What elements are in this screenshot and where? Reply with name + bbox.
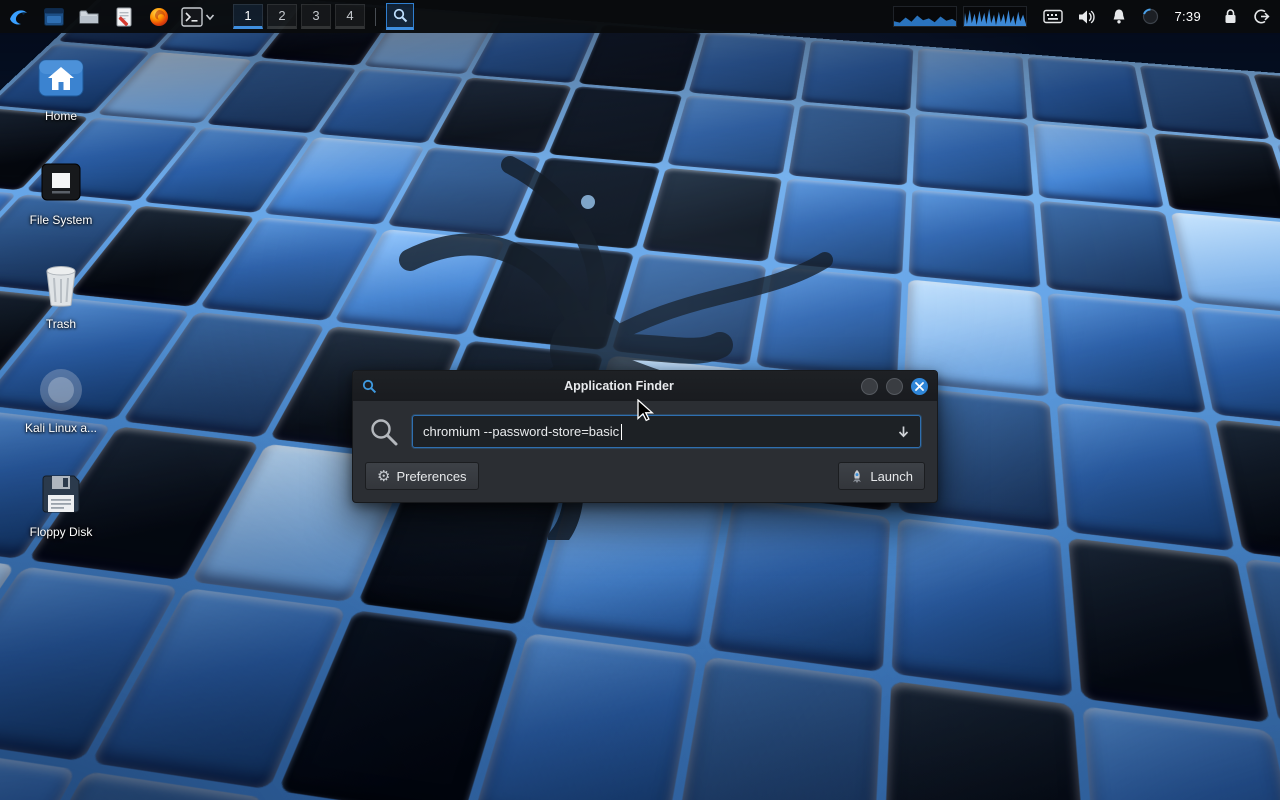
- top-panel: 1 2 3 4: [0, 0, 1280, 33]
- keyboard-icon[interactable]: [1043, 9, 1063, 24]
- desktop-icon-kali-file[interactable]: Kali Linux a...: [17, 366, 105, 435]
- power-meter-icon[interactable]: [1142, 8, 1159, 25]
- close-icon: [915, 382, 924, 391]
- gear-icon: ⚙: [377, 469, 390, 484]
- wallpaper-cube: [1048, 293, 1206, 414]
- launch-button[interactable]: Launch: [838, 462, 925, 490]
- desktop-icon-floppy[interactable]: Floppy Disk: [17, 470, 105, 539]
- preferences-button[interactable]: ⚙ Preferences: [365, 462, 479, 490]
- desktop-icon-label: File System: [30, 213, 93, 227]
- wallpaper-cube: [1034, 123, 1164, 208]
- chevron-down-icon: [205, 13, 215, 21]
- text-caret: [621, 424, 622, 440]
- launch-label: Launch: [870, 469, 913, 484]
- text-editor-button[interactable]: [111, 4, 137, 30]
- launch-icon: [850, 469, 864, 484]
- desktop-icon-label: Kali Linux a...: [25, 421, 97, 435]
- workspace-button-4[interactable]: 4: [335, 4, 365, 29]
- window-title: Application Finder: [377, 379, 861, 393]
- folder-button[interactable]: [76, 4, 102, 30]
- wallpaper-cube: [1154, 133, 1280, 220]
- kali-menu-button[interactable]: [6, 4, 32, 30]
- finder-taskbar-button[interactable]: [386, 3, 414, 30]
- wallpaper-cube: [1040, 201, 1183, 302]
- desktop-icon-label: Trash: [46, 317, 76, 331]
- wallpaper-cube: [1140, 65, 1270, 139]
- minimize-button[interactable]: [861, 378, 878, 395]
- desktop-icon-list: Home File System Trash: [17, 54, 105, 574]
- firefox-button[interactable]: [146, 4, 172, 30]
- close-button[interactable]: [911, 378, 928, 395]
- firefox-icon: [149, 7, 169, 27]
- workspace-button-2[interactable]: 2: [267, 4, 297, 29]
- lock-icon[interactable]: [1223, 8, 1238, 25]
- file-manager-button[interactable]: [41, 4, 67, 30]
- home-icon: [38, 59, 84, 97]
- terminal-launcher[interactable]: [181, 7, 215, 27]
- workspace-switcher: 1 2 3 4: [233, 4, 365, 29]
- desktop-icon-file-system[interactable]: File System: [17, 158, 105, 227]
- text-editor-icon: [115, 7, 133, 27]
- wallpaper-cube: [801, 40, 913, 110]
- wallpaper-cube: [916, 48, 1028, 119]
- wallpaper-cube: [1191, 306, 1280, 430]
- clock[interactable]: 7:39: [1174, 9, 1201, 24]
- application-finder-window: Application Finder chromium --password-s…: [352, 370, 938, 503]
- search-icon: [393, 8, 408, 23]
- wallpaper-cube: [883, 681, 1090, 800]
- floppy-disk-icon: [40, 473, 82, 515]
- wallpaper-cube: [1171, 212, 1280, 315]
- workspace-button-1[interactable]: 1: [233, 4, 263, 29]
- notifications-bell-icon[interactable]: [1111, 8, 1127, 25]
- panel-separator: [375, 8, 376, 26]
- search-icon-large: [369, 417, 399, 447]
- wallpaper-cube: [1028, 57, 1147, 130]
- maximize-button[interactable]: [886, 378, 903, 395]
- window-controls: [861, 378, 928, 395]
- terminal-icon: [181, 7, 203, 27]
- window-icon-search: [362, 379, 377, 394]
- finder-actions: ⚙ Preferences Launch: [353, 460, 937, 502]
- desktop-icon-label: Floppy Disk: [30, 525, 93, 539]
- folder-icon: [79, 9, 99, 25]
- wallpaper-cube: [909, 190, 1041, 288]
- history-dropdown-button[interactable]: [890, 416, 916, 447]
- system-tray: 7:39: [1043, 8, 1201, 25]
- logout-icon[interactable]: [1253, 8, 1270, 25]
- network-graph[interactable]: [963, 6, 1027, 27]
- volume-icon[interactable]: [1078, 9, 1096, 25]
- arrow-down-icon: [897, 425, 910, 438]
- file-system-icon: [40, 162, 82, 202]
- desktop-icon-trash[interactable]: Trash: [17, 262, 105, 331]
- file-manager-icon: [44, 8, 64, 26]
- wallpaper-cube: [913, 114, 1034, 197]
- finder-body: chromium --password-store=basic: [353, 401, 937, 460]
- kali-menu-icon: [8, 6, 30, 28]
- wallpaper-cube: [689, 32, 807, 101]
- cpu-graph[interactable]: [893, 6, 957, 27]
- session-tray: [1223, 8, 1270, 25]
- command-input-value: chromium --password-store=basic: [423, 424, 619, 439]
- desktop-icon-label: Home: [45, 109, 77, 123]
- panel-launchers: [6, 4, 215, 30]
- trash-icon: [42, 264, 80, 308]
- desktop-icon-home[interactable]: Home: [17, 54, 105, 123]
- window-titlebar[interactable]: Application Finder: [353, 371, 937, 401]
- workspace-button-3[interactable]: 3: [301, 4, 331, 29]
- wallpaper-cube: [892, 518, 1073, 698]
- kali-desktop-file-icon: [38, 367, 84, 413]
- wallpaper-cube: [674, 657, 883, 800]
- command-input[interactable]: chromium --password-store=basic: [412, 415, 921, 448]
- wallpaper-cube: [1058, 403, 1235, 551]
- preferences-label: Preferences: [396, 469, 466, 484]
- wallpaper-cube: [1069, 538, 1270, 724]
- wallpaper-cube: [578, 25, 701, 92]
